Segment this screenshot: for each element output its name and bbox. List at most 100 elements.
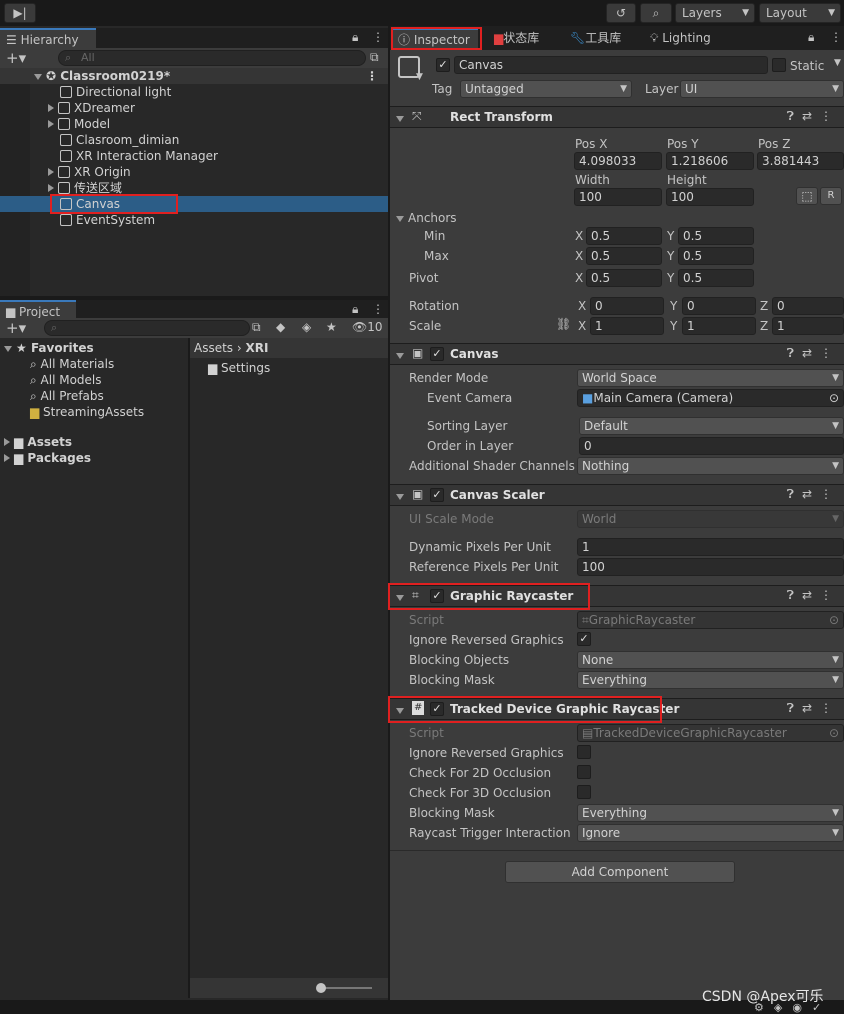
- active-checkbox[interactable]: ✓: [436, 58, 450, 72]
- lock-icon[interactable]: 🔒︎: [352, 302, 358, 317]
- zoom-slider[interactable]: [320, 987, 372, 989]
- breadcrumb-assets[interactable]: Assets: [194, 341, 233, 355]
- height-field[interactable]: 100: [666, 188, 754, 206]
- breadcrumb-current[interactable]: XRI: [246, 341, 269, 355]
- canvas-header[interactable]: ▣ ✓ Canvas ❓︎⇄⋮: [390, 343, 844, 365]
- hierarchy-item[interactable]: XR Interaction Manager: [48, 148, 218, 164]
- check-2d-occlusion-checkbox[interactable]: [577, 765, 591, 779]
- history-button[interactable]: ↺: [606, 3, 636, 23]
- more-icon[interactable]: ⋮: [830, 30, 842, 44]
- sorting-layer-dropdown[interactable]: Default ▼: [579, 417, 844, 435]
- expand-arrow-icon[interactable]: [4, 438, 10, 446]
- pos-z-field[interactable]: 3.881443: [757, 152, 844, 170]
- component-actions[interactable]: ❓︎⇄⋮: [787, 109, 840, 124]
- tracked-raycaster-header[interactable]: # ✓ Tracked Device Graphic Raycaster ❓︎⇄…: [390, 698, 844, 720]
- hierarchy-item[interactable]: 传送区域: [48, 180, 122, 196]
- check-3d-occlusion-checkbox[interactable]: [577, 785, 591, 799]
- tab-state-library[interactable]: ▆状态库: [488, 28, 545, 48]
- scale-x-field[interactable]: 1: [590, 317, 664, 335]
- component-actions[interactable]: ❓︎⇄⋮: [787, 701, 840, 716]
- hierarchy-item[interactable]: Directional light: [48, 84, 171, 100]
- scale-z-field[interactable]: 1: [772, 317, 844, 335]
- lock-icon[interactable]: 🔒︎: [352, 30, 358, 45]
- width-field[interactable]: 100: [574, 188, 662, 206]
- hierarchy-search-input[interactable]: ⌕ All: [58, 50, 366, 66]
- assets-root[interactable]: ▆ Assets: [4, 434, 72, 450]
- packages-root[interactable]: ▆ Packages: [4, 450, 91, 466]
- anchors-foldout[interactable]: Anchors: [396, 210, 457, 226]
- chevron-down-icon[interactable]: ▼: [834, 58, 841, 68]
- collapse-arrow-icon[interactable]: [396, 348, 408, 362]
- rect-transform-header[interactable]: ⤧ Rect Transform ❓︎⇄⋮: [390, 106, 844, 128]
- search-by-type-icon[interactable]: ⧉: [252, 320, 261, 335]
- reference-pixels-field[interactable]: 100: [577, 558, 844, 576]
- layout-dropdown[interactable]: Layout ▼: [759, 3, 841, 23]
- hierarchy-item[interactable]: XDreamer: [48, 100, 135, 116]
- pivot-y-field[interactable]: 0.5: [678, 269, 754, 287]
- component-actions[interactable]: ❓︎⇄⋮: [787, 588, 840, 603]
- rotation-x-field[interactable]: 0: [590, 297, 664, 315]
- hierarchy-item[interactable]: Model: [48, 116, 110, 132]
- tracked-raycaster-enabled-checkbox[interactable]: ✓: [430, 702, 444, 716]
- graphic-raycaster-enabled-checkbox[interactable]: ✓: [430, 589, 444, 603]
- scene-row[interactable]: ✪ Classroom0219* ⋮: [0, 68, 388, 84]
- expand-arrow-icon[interactable]: [48, 120, 54, 128]
- more-icon[interactable]: ⋮: [372, 302, 384, 316]
- hierarchy-item[interactable]: XR Origin: [48, 164, 131, 180]
- tab-lighting[interactable]: 💡︎ Lighting: [644, 28, 717, 48]
- ignore-reversed-checkbox[interactable]: [577, 745, 591, 759]
- component-actions[interactable]: ❓︎⇄⋮: [787, 487, 840, 502]
- tab-hierarchy[interactable]: ☰ Hierarchy: [0, 28, 96, 48]
- anchor-min-y-field[interactable]: 0.5: [678, 227, 754, 245]
- favorite-item[interactable]: ⌕ All Materials: [30, 356, 114, 372]
- event-camera-field[interactable]: ■Main Camera (Camera) ⊙: [577, 389, 844, 407]
- shader-channels-dropdown[interactable]: Nothing ▼: [577, 457, 844, 475]
- hierarchy-item-selected[interactable]: Canvas: [0, 196, 388, 212]
- raw-edit-button[interactable]: R: [820, 187, 842, 205]
- canvas-enabled-checkbox[interactable]: ✓: [430, 347, 444, 361]
- blueprint-button[interactable]: ⬚: [796, 187, 818, 205]
- add-button[interactable]: +▾: [6, 49, 26, 67]
- rotation-y-field[interactable]: 0: [682, 297, 756, 315]
- rotation-z-field[interactable]: 0: [772, 297, 844, 315]
- blocking-objects-dropdown[interactable]: None ▼: [577, 651, 844, 669]
- star-icon[interactable]: ★: [326, 320, 337, 334]
- anchor-max-y-field[interactable]: 0.5: [678, 247, 754, 265]
- tag-dropdown[interactable]: Untagged ▼: [460, 80, 632, 98]
- canvas-scaler-enabled-checkbox[interactable]: ✓: [430, 488, 444, 502]
- expand-arrow-icon[interactable]: [48, 168, 54, 176]
- tab-tool-library[interactable]: 🔧︎工具库: [564, 28, 627, 48]
- anchor-min-x-field[interactable]: 0.5: [586, 227, 662, 245]
- component-actions[interactable]: ❓︎⇄⋮: [787, 346, 840, 361]
- constrain-proportions-icon[interactable]: ⛓︎: [556, 317, 571, 331]
- hierarchy-item[interactable]: Clasroom_dimian: [48, 132, 179, 148]
- collapse-arrow-icon[interactable]: [396, 590, 408, 604]
- static-checkbox[interactable]: [772, 58, 786, 72]
- hidden-packages-icon[interactable]: 👁︎10: [352, 320, 383, 334]
- favorite-item[interactable]: ⌕ All Prefabs: [30, 388, 104, 404]
- tab-inspector[interactable]: ⓘ Inspector: [392, 28, 478, 48]
- filter-type-icon[interactable]: ◆: [276, 320, 285, 334]
- more-icon[interactable]: ⋮: [372, 30, 384, 44]
- object-name-field[interactable]: Canvas: [454, 56, 768, 74]
- project-search-input[interactable]: ⌕: [44, 320, 250, 336]
- lock-icon[interactable]: 🔒︎: [808, 30, 814, 45]
- search-button[interactable]: ⌕: [640, 3, 672, 23]
- favorite-item[interactable]: ▆ StreamingAssets: [30, 404, 144, 420]
- ignore-reversed-checkbox[interactable]: ✓: [577, 632, 591, 646]
- favorite-item[interactable]: ⌕ All Models: [30, 372, 102, 388]
- tab-project[interactable]: ▆ Project: [0, 300, 76, 320]
- add-component-button[interactable]: Add Component: [505, 861, 735, 883]
- pos-x-field[interactable]: 4.098033: [574, 152, 662, 170]
- chevron-down-icon[interactable]: ▼: [416, 72, 423, 82]
- layers-dropdown[interactable]: Layers ▼: [675, 3, 755, 23]
- add-button[interactable]: +▾: [6, 319, 26, 337]
- raycast-trigger-dropdown[interactable]: Ignore ▼: [577, 824, 844, 842]
- expand-arrow-icon[interactable]: [48, 184, 54, 192]
- collapse-arrow-icon[interactable]: [396, 489, 408, 503]
- expand-arrow-icon[interactable]: [48, 104, 54, 112]
- folder-item[interactable]: ▆ Settings: [208, 360, 270, 376]
- scale-y-field[interactable]: 1: [682, 317, 756, 335]
- favorites-row[interactable]: ★ Favorites: [4, 340, 94, 356]
- object-picker-icon[interactable]: ⊙: [829, 390, 839, 406]
